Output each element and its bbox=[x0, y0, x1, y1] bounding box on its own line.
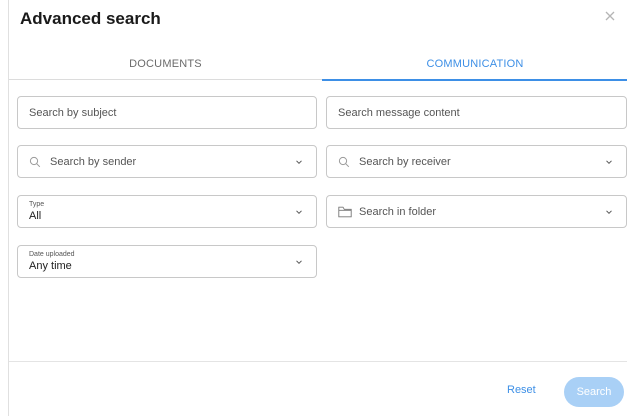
tab-documents[interactable]: DOCUMENTS bbox=[9, 48, 322, 80]
receiver-select[interactable]: Search by receiver bbox=[326, 145, 627, 178]
folder-icon bbox=[338, 206, 352, 218]
type-value: All bbox=[29, 210, 42, 222]
type-label: Type bbox=[29, 201, 45, 208]
chevron-down-icon bbox=[296, 260, 302, 265]
footer-divider bbox=[9, 361, 627, 362]
close-icon[interactable] bbox=[603, 9, 617, 23]
content-placeholder: Search message content bbox=[338, 106, 460, 119]
dialog-title: Advanced search bbox=[20, 9, 161, 28]
search-icon bbox=[29, 156, 41, 168]
chevron-down-icon bbox=[296, 160, 302, 165]
subject-input[interactable]: Search by subject bbox=[17, 96, 317, 129]
search-button[interactable]: Search bbox=[564, 377, 624, 407]
chevron-down-icon bbox=[606, 210, 612, 215]
reset-button[interactable]: Reset bbox=[507, 384, 536, 396]
folder-placeholder: Search in folder bbox=[359, 205, 437, 218]
type-select[interactable]: Type All bbox=[17, 195, 317, 228]
tab-communication[interactable]: COMMUNICATION bbox=[322, 48, 627, 81]
search-icon bbox=[338, 156, 350, 168]
tab-bar: DOCUMENTS COMMUNICATION bbox=[9, 48, 627, 81]
sender-select[interactable]: Search by sender bbox=[17, 145, 317, 178]
folder-select[interactable]: Search in folder bbox=[326, 195, 627, 228]
advanced-search-dialog: Advanced search DOCUMENTS COMMUNICATION … bbox=[8, 0, 627, 416]
sender-placeholder: Search by sender bbox=[50, 155, 137, 168]
date-uploaded-label: Date uploaded bbox=[29, 251, 75, 258]
chevron-down-icon bbox=[606, 160, 612, 165]
subject-placeholder: Search by subject bbox=[29, 106, 117, 119]
date-uploaded-value: Any time bbox=[29, 260, 72, 272]
date-uploaded-select[interactable]: Date uploaded Any time bbox=[17, 245, 317, 278]
message-content-input[interactable]: Search message content bbox=[326, 96, 627, 129]
receiver-placeholder: Search by receiver bbox=[359, 155, 451, 168]
chevron-down-icon bbox=[296, 210, 302, 215]
